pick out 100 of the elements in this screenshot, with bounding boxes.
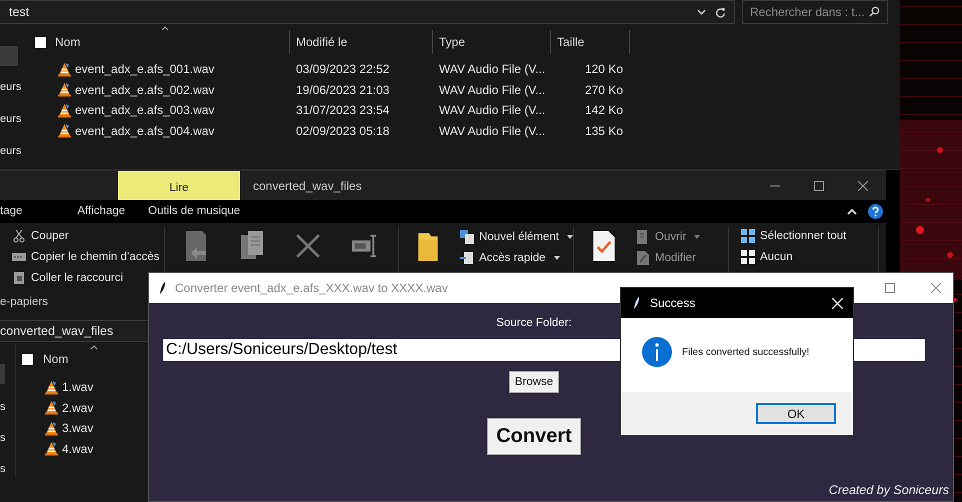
close-icon[interactable] — [858, 180, 868, 190]
sort-icon[interactable] — [161, 26, 169, 31]
traffic-cone-icon — [44, 380, 59, 395]
address-bar[interactable]: test — [0, 0, 735, 24]
file-size: 135 Ko — [584, 124, 623, 138]
address-bar[interactable]: converted_wav_files — [0, 320, 148, 342]
cut-button[interactable]: Couper — [12, 227, 69, 245]
ok-button[interactable]: OK — [756, 403, 836, 424]
file-row[interactable]: 1.wav — [22, 377, 94, 398]
modified-date: 02/09/2023 05:18 — [296, 124, 390, 138]
convert-button[interactable]: Convert — [487, 418, 581, 455]
ribbon-tab[interactable]: Outils de musique — [137, 200, 252, 223]
file-row[interactable]: event_adx_e.afs_001.wav 03/09/2023 22:52 WAV Audio File (V... 120 Ko — [26, 59, 900, 80]
help-icon[interactable] — [868, 204, 883, 219]
file-row[interactable]: 3.wav — [22, 418, 94, 438]
feather-icon — [159, 281, 166, 295]
traffic-cone-icon — [57, 102, 72, 118]
file-size: 120 Ko — [584, 62, 623, 76]
feather-icon — [633, 296, 640, 310]
file-size: 270 Ko — [584, 82, 623, 97]
open-icon — [636, 230, 650, 244]
ribbon-tab[interactable]: tage — [0, 200, 34, 223]
traffic-cone-icon — [57, 62, 72, 77]
modified-date: 19/06/2023 21:03 — [296, 82, 390, 97]
dialog-message: Files converted successfully! — [682, 346, 810, 358]
maximize-icon[interactable] — [814, 180, 824, 190]
paste-shortcut-button[interactable]: Coller le raccourci — [12, 269, 124, 287]
column-header[interactable]: Taille — [557, 35, 584, 49]
path-icon — [12, 250, 26, 264]
file-name: 4.wav — [62, 442, 94, 456]
file-type: WAV Audio File (V... — [439, 124, 546, 138]
chevron-icon[interactable] — [697, 9, 706, 15]
modified-date: 03/09/2023 22:52 — [296, 62, 390, 76]
credit-text: Created by Soniceurs — [828, 483, 949, 497]
context-tab[interactable]: Lire — [118, 171, 240, 200]
file-row[interactable]: 4.wav — [22, 438, 94, 459]
column-header[interactable]: Modifié le — [296, 35, 348, 49]
file-type: WAV Audio File (V... — [439, 82, 546, 97]
file-name: event_adx_e.afs_003.wav — [75, 103, 214, 118]
collapse-icon[interactable] — [847, 208, 857, 214]
file-name: 2.wav — [62, 400, 94, 415]
clipboard-icon — [12, 271, 26, 285]
traffic-cone-icon — [44, 420, 59, 436]
nav-item[interactable]: s — [0, 400, 6, 415]
nav-item[interactable]: eurs — [0, 80, 22, 95]
nav-item[interactable]: s — [0, 431, 6, 446]
refresh-icon[interactable] — [715, 6, 726, 18]
nav-item[interactable]: s — [0, 462, 6, 477]
file-row[interactable]: event_adx_e.afs_003.wav 31/07/2023 23:54 WAV Audio File (V... 142 Ko — [26, 100, 900, 120]
scissors-icon — [12, 229, 26, 243]
search-field[interactable]: Rechercher dans : t... — [742, 0, 888, 24]
nav-item[interactable]: eurs — [0, 112, 22, 127]
select-none-icon — [741, 250, 755, 264]
caret-icon — [554, 256, 560, 260]
move-icon — [183, 231, 209, 261]
file-size: 142 Ko — [584, 103, 623, 118]
select-all-icon — [741, 229, 755, 243]
file-name: event_adx_e.afs_004.wav — [75, 124, 214, 138]
dialog-title: Success — [650, 296, 696, 310]
ribbon-button[interactable]: Ouvrir — [636, 228, 700, 246]
file-name: event_adx_e.afs_002.wav — [75, 82, 214, 97]
ribbon-button[interactable]: Modifier — [636, 249, 696, 267]
copy-icon — [239, 231, 265, 261]
modified-date: 31/07/2023 23:54 — [296, 103, 390, 118]
checkbox[interactable] — [35, 36, 46, 48]
field-label: Source Folder: — [496, 317, 572, 329]
dropdown-button[interactable]: Nouvel élément — [460, 228, 573, 246]
maximize-icon[interactable] — [885, 283, 895, 293]
dropdown-button[interactable]: Accès rapide — [460, 249, 560, 267]
ribbon-tab[interactable]: Affichage — [77, 200, 138, 223]
traffic-cone-icon — [57, 123, 72, 138]
column-header[interactable]: Type — [439, 35, 466, 49]
ribbon-button[interactable]: Aucun — [741, 248, 793, 266]
sort-icon[interactable] — [90, 345, 98, 350]
search-icon[interactable] — [869, 6, 880, 17]
nav-item[interactable]: eurs — [0, 144, 22, 159]
file-row[interactable]: 2.wav — [22, 398, 94, 418]
traffic-cone-icon — [44, 400, 59, 416]
browse-button[interactable]: Browse — [508, 371, 560, 393]
group-label: e-papiers — [0, 296, 48, 308]
caret-icon — [567, 235, 573, 239]
file-type: WAV Audio File (V... — [439, 62, 546, 76]
traffic-cone-icon — [44, 441, 59, 456]
ribbon-button[interactable]: Sélectionner tout — [741, 227, 846, 245]
new-item-icon — [460, 230, 474, 244]
window-title: converted_wav_files — [252, 178, 362, 194]
file-name: event_adx_e.afs_001.wav — [75, 62, 214, 76]
edit-icon — [636, 251, 650, 265]
traffic-cone-icon — [57, 82, 72, 98]
copy-path-button[interactable]: Copier le chemin d’accès — [12, 248, 160, 266]
file-row[interactable]: event_adx_e.afs_002.wav 19/06/2023 21:03 WAV Audio File (V... 270 Ko — [26, 80, 900, 100]
info-icon — [642, 337, 672, 367]
window-title: Converter event_adx_e.afs_XXX.wav to XXXX.wav — [175, 281, 448, 295]
file-type: WAV Audio File (V... — [439, 103, 546, 118]
file-name: 3.wav — [62, 421, 94, 436]
file-row[interactable]: event_adx_e.afs_004.wav 02/09/2023 05:18 WAV Audio File (V... 135 Ko — [26, 120, 900, 141]
file-name: 1.wav — [62, 380, 94, 394]
column-header[interactable]: Nom — [55, 35, 80, 49]
checkbox[interactable] — [22, 354, 33, 364]
column-header[interactable]: Nom — [43, 352, 68, 366]
